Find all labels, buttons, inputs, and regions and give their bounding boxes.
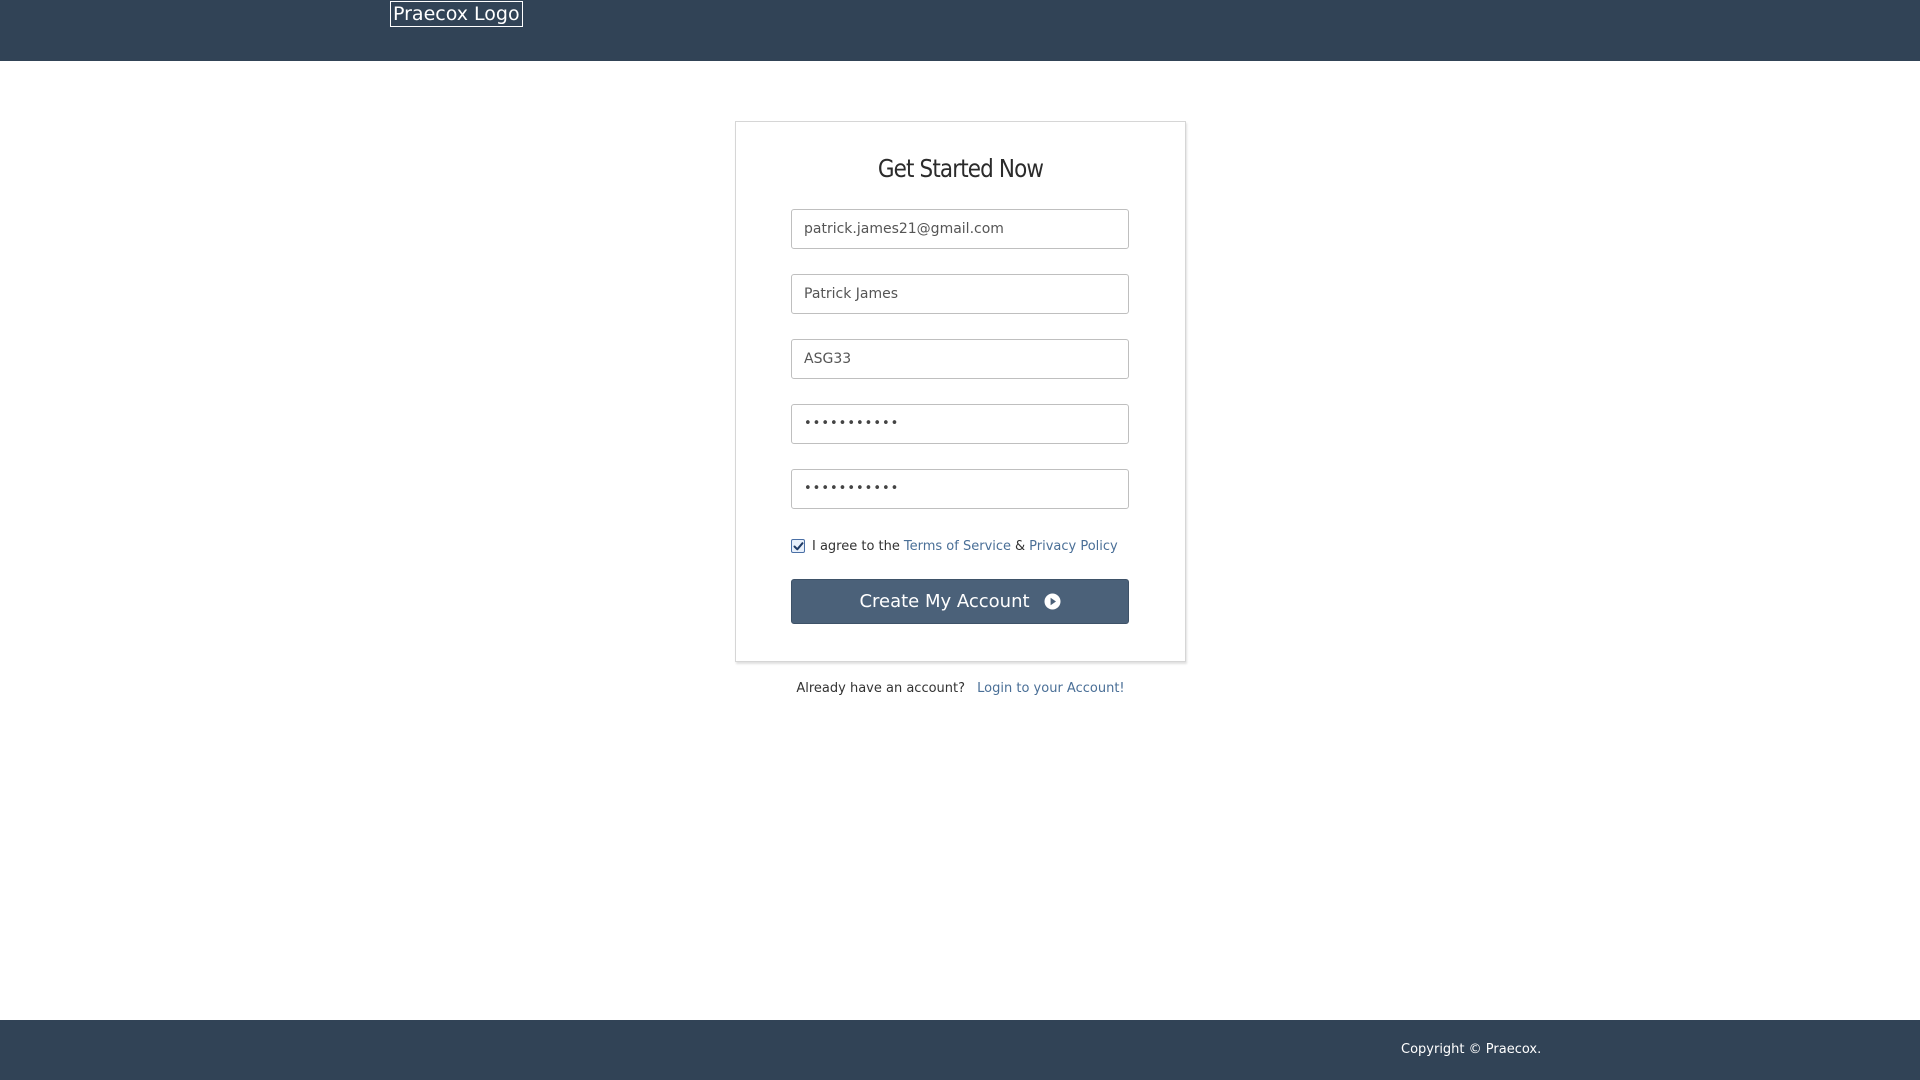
- signup-card: Get Started Now patrick.james21@gmail.co…: [735, 121, 1186, 662]
- login-prompt-row: Already have an account? Login to your A…: [735, 681, 1186, 696]
- privacy-policy-link[interactable]: Privacy Policy: [1029, 539, 1118, 554]
- login-prompt-text: Already have an account?: [796, 681, 966, 696]
- email-field[interactable]: patrick.james21@gmail.com: [791, 209, 1129, 249]
- full-name-field[interactable]: Patrick James: [791, 274, 1129, 314]
- footer: Copyright © Praecox.: [0, 1020, 1920, 1080]
- agree-label: I agree to the: [812, 538, 900, 554]
- login-link[interactable]: Login to your Account!: [977, 681, 1124, 696]
- confirm-password-field[interactable]: •••••••••••: [791, 469, 1129, 509]
- create-account-button[interactable]: Create My Account: [791, 579, 1129, 624]
- page-title: Get Started Now: [877, 154, 1044, 183]
- agree-checkbox[interactable]: [791, 539, 805, 553]
- praecox-logo[interactable]: Praecox Logo: [390, 1, 523, 27]
- code-field[interactable]: ASG33: [791, 339, 1129, 379]
- password-field[interactable]: •••••••••••: [791, 404, 1129, 444]
- agree-terms-row: I agree to the Terms of Service & Privac…: [791, 536, 1118, 556]
- terms-of-service-link[interactable]: Terms of Service: [904, 539, 1011, 554]
- top-header: Praecox Logo: [0, 0, 1920, 61]
- copyright-text: Copyright © Praecox.: [1401, 1042, 1542, 1057]
- ampersand-text: &: [1015, 538, 1026, 554]
- create-account-label: Create My Account: [859, 591, 1030, 612]
- play-circle-icon: [1044, 593, 1061, 610]
- checkmark-icon: [793, 542, 804, 551]
